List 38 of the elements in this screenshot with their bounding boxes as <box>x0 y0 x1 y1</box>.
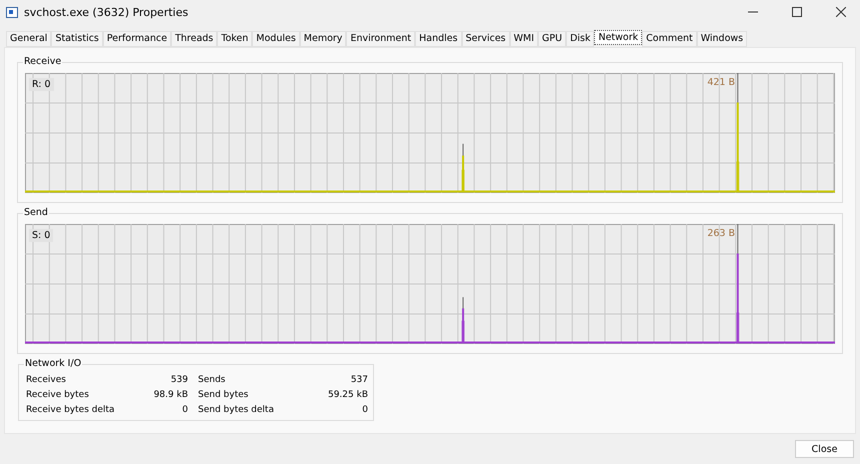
stat-value: 0 <box>181 404 188 417</box>
close-dialog-button[interactable]: Close <box>795 440 854 458</box>
stat-value: 537 <box>350 374 368 387</box>
tab[interactable]: Threads <box>171 31 218 47</box>
stat-label: Receive bytes <box>26 389 90 402</box>
tab[interactable]: GPU <box>538 31 566 47</box>
stat-label: Send bytes <box>198 389 250 402</box>
current-value: S: 0 <box>29 229 54 242</box>
tab[interactable]: Modules <box>252 31 300 47</box>
stat-label: Receives <box>26 374 67 387</box>
tab[interactable]: Comment <box>642 31 697 47</box>
tab[interactable]: General <box>6 31 52 47</box>
group-title: Network I/O <box>24 358 82 370</box>
app-icon <box>6 6 18 18</box>
current-value: R: 0 <box>29 78 54 91</box>
stat-label: Sends <box>198 374 226 387</box>
stat-value: 59.25 kB <box>326 389 368 402</box>
close-icon <box>836 7 846 17</box>
stat-value: 98.9 kB <box>152 389 188 402</box>
tab[interactable]: WMI <box>510 31 538 47</box>
tab[interactable]: Handles <box>415 31 462 47</box>
tab[interactable]: Memory <box>300 31 346 47</box>
tab[interactable]: Statistics <box>51 31 103 47</box>
tab[interactable]: Services <box>462 31 510 47</box>
peak-value: 263 B <box>707 228 735 239</box>
tab[interactable]: Token <box>217 31 252 47</box>
tab[interactable]: Environment <box>346 31 416 47</box>
tab[interactable]: Network <box>594 30 642 45</box>
stat-value: 0 <box>361 404 368 417</box>
maximize-icon <box>792 7 802 17</box>
peak-value: 421 B <box>707 77 735 88</box>
tab[interactable]: Performance <box>102 31 172 47</box>
stat-label: Send bytes delta <box>198 404 275 417</box>
window-title: svchost.exe (3632) Properties <box>24 6 190 18</box>
stat-label: Receive bytes delta <box>26 404 116 417</box>
stat-value: 539 <box>170 374 188 387</box>
tab[interactable]: Disk <box>566 31 594 47</box>
tab[interactable]: Windows <box>696 31 748 47</box>
